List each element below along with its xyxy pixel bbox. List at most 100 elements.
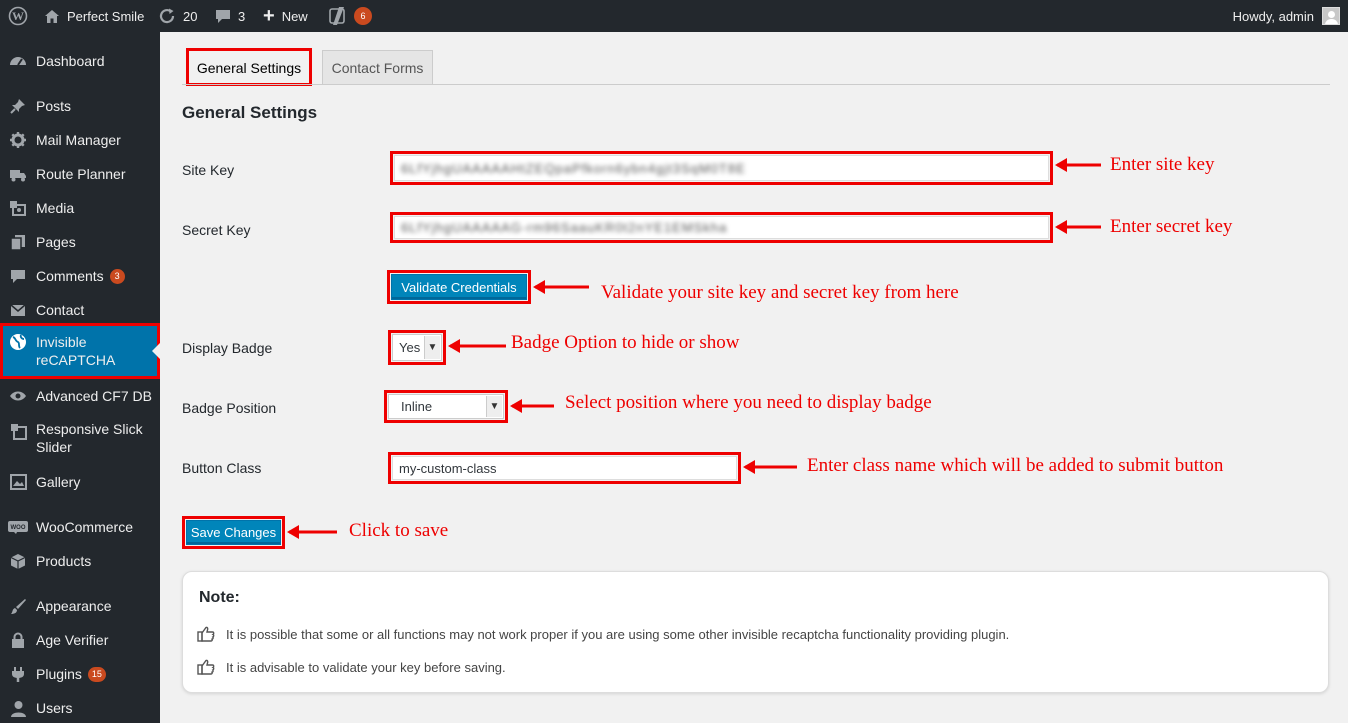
sidebar-item-age-verifier[interactable]: Age Verifier [0,624,160,656]
seo-menu[interactable]: 6 [329,0,372,32]
sidebar-item-users[interactable]: Users [0,692,160,723]
sidebar-item-dashboard[interactable]: Dashboard [0,45,160,77]
site-key-label: Site Key [182,162,235,178]
sidebar-item-label: Posts [36,98,72,114]
dashboard-icon [0,53,36,69]
save-button-label: Save Changes [190,525,277,540]
sidebar-item-appearance[interactable]: Appearance [0,590,160,622]
arrow-left-icon [1055,220,1101,234]
seo-badge: 6 [354,7,372,25]
sidebar-item-label: Media [36,200,75,216]
globe-icon [0,333,36,351]
sidebar-item-label: Contact [36,302,85,318]
sidebar-item-comments[interactable]: Comments 3 [0,260,160,292]
refresh-icon [159,8,176,24]
chevron-down-icon: ▼ [486,396,502,417]
save-changes-button[interactable]: Save Changes [186,520,281,545]
note-text: It is advisable to validate your key bef… [226,659,506,675]
svg-text:W: W [12,9,24,23]
mail-icon [0,303,36,317]
sidebar-item-label: Gallery [36,474,81,490]
sidebar-item-plugins[interactable]: Plugins 15 [0,658,160,690]
truck-icon [0,167,36,182]
brush-icon [0,598,36,615]
tab-label: Contact Forms [331,59,424,76]
button-class-label: Button Class [182,460,262,476]
site-key-input[interactable]: 6LfYjhgUAAAAAHtZEQpaPfkorn6ybn4gjt3SqM0T… [394,155,1049,181]
slider-icon [0,423,36,440]
new-label: New [281,8,308,24]
media-icon [0,200,36,216]
sidebar-item-woocommerce[interactable]: WOO WooCommerce [0,511,160,543]
sidebar-item-pages[interactable]: Pages [0,226,160,258]
sidebar-item-label: WooCommerce [36,519,133,535]
sidebar-item-posts[interactable]: Posts [0,90,160,122]
sidebar-item-gallery[interactable]: Gallery [0,466,160,498]
annotation-save: Click to save [349,520,449,541]
new-content-link[interactable]: + New [263,0,308,32]
sidebar-item-responsive-slick-slider[interactable]: Responsive Slick Slider [0,416,160,460]
display-badge-select[interactable]: Yes ▼ [392,334,442,361]
annotation-button-class: Enter class name which will be added to … [807,455,1224,476]
site-key-value: 6LfYjhgUAAAAAHtZEQpaPfkorn6ybn4gjt3SqM0T… [401,160,746,176]
badge-position-select[interactable]: Inline ▼ [388,394,504,419]
sidebar-item-products[interactable]: Products [0,545,160,577]
sidebar-item-label: Route Planner [36,166,126,182]
page-title: General Settings [182,103,318,122]
sidebar-item-label: Comments [36,268,104,284]
annotation-secret-key: Enter secret key [1110,216,1233,237]
howdy-text: Howdy, admin [1232,8,1314,24]
secret-key-value: 6LfYjhgUAAAAAG-rm96SaauKR0t2nYE1EMSkha [401,220,728,235]
pin-icon [0,98,36,114]
admin-sidebar: Dashboard Posts Mail Manager Route Plann… [0,32,160,723]
sidebar-item-contact[interactable]: Contact [0,294,160,326]
svg-text:WOO: WOO [11,525,26,531]
comments-count: 3 [238,8,246,24]
avatar [1322,7,1340,25]
arrow-left-icon [533,280,589,294]
sidebar-item-route-planner[interactable]: Route Planner [0,158,160,190]
validate-credentials-button[interactable]: Validate Credentials [391,274,527,300]
box-icon [0,553,36,570]
gear-icon [0,132,36,148]
validate-button-label: Validate Credentials [401,279,517,295]
sidebar-item-invisible-recaptcha[interactable]: Invisible reCAPTCHA [0,323,160,379]
note-title: Note: [199,589,240,606]
active-indicator [152,343,160,359]
button-class-value: my-custom-class [399,460,497,476]
annotation-validate: Validate your site key and secret key fr… [601,282,959,303]
arrow-left-icon [1055,158,1101,172]
secret-key-input[interactable]: 6LfYjhgUAAAAAG-rm96SaauKR0t2nYE1EMSkha [394,216,1049,239]
sidebar-item-label: Plugins [36,666,82,682]
sidebar-item-mail-manager[interactable]: Mail Manager [0,124,160,156]
comments-count-badge: 3 [109,268,125,284]
tab-general-settings[interactable]: General Settings [186,48,312,86]
my-account[interactable]: Howdy, admin [1233,0,1340,32]
wordpress-logo-icon[interactable]: W [8,0,28,32]
plug-icon [0,666,36,683]
sidebar-item-label: Mail Manager [36,132,121,148]
tab-contact-forms[interactable]: Contact Forms [322,50,433,84]
admin-bar: W Perfect Smile 20 3 + New 6 Howdy, admi… [0,0,1348,32]
tabs-divider [182,84,1330,85]
sidebar-item-label: Age Verifier [36,632,109,648]
sidebar-item-advanced-cf7-db[interactable]: Advanced CF7 DB [0,380,160,412]
comments-link[interactable]: 3 [215,0,245,32]
eye-icon [0,390,36,402]
note-item: It is possible that some or all function… [197,626,1009,642]
badge-position-value: Inline [401,399,433,414]
note-box: Note: It is possible that some or all fu… [182,571,1329,693]
sidebar-item-label: Advanced CF7 DB [36,388,152,404]
gallery-icon [0,474,36,490]
sidebar-item-label: Users [36,700,73,716]
yoast-icon [329,7,347,25]
site-name-link[interactable]: Perfect Smile [44,0,144,32]
thumbs-up-icon [197,626,217,642]
button-class-input[interactable]: my-custom-class [392,456,737,480]
sidebar-item-label: Responsive Slick Slider [36,421,143,455]
tab-label: General Settings [196,59,302,76]
sidebar-item-media[interactable]: Media [0,192,160,224]
arrow-left-icon [510,399,554,413]
note-text: It is possible that some or all function… [226,626,1010,642]
updates-link[interactable]: 20 [159,0,197,32]
